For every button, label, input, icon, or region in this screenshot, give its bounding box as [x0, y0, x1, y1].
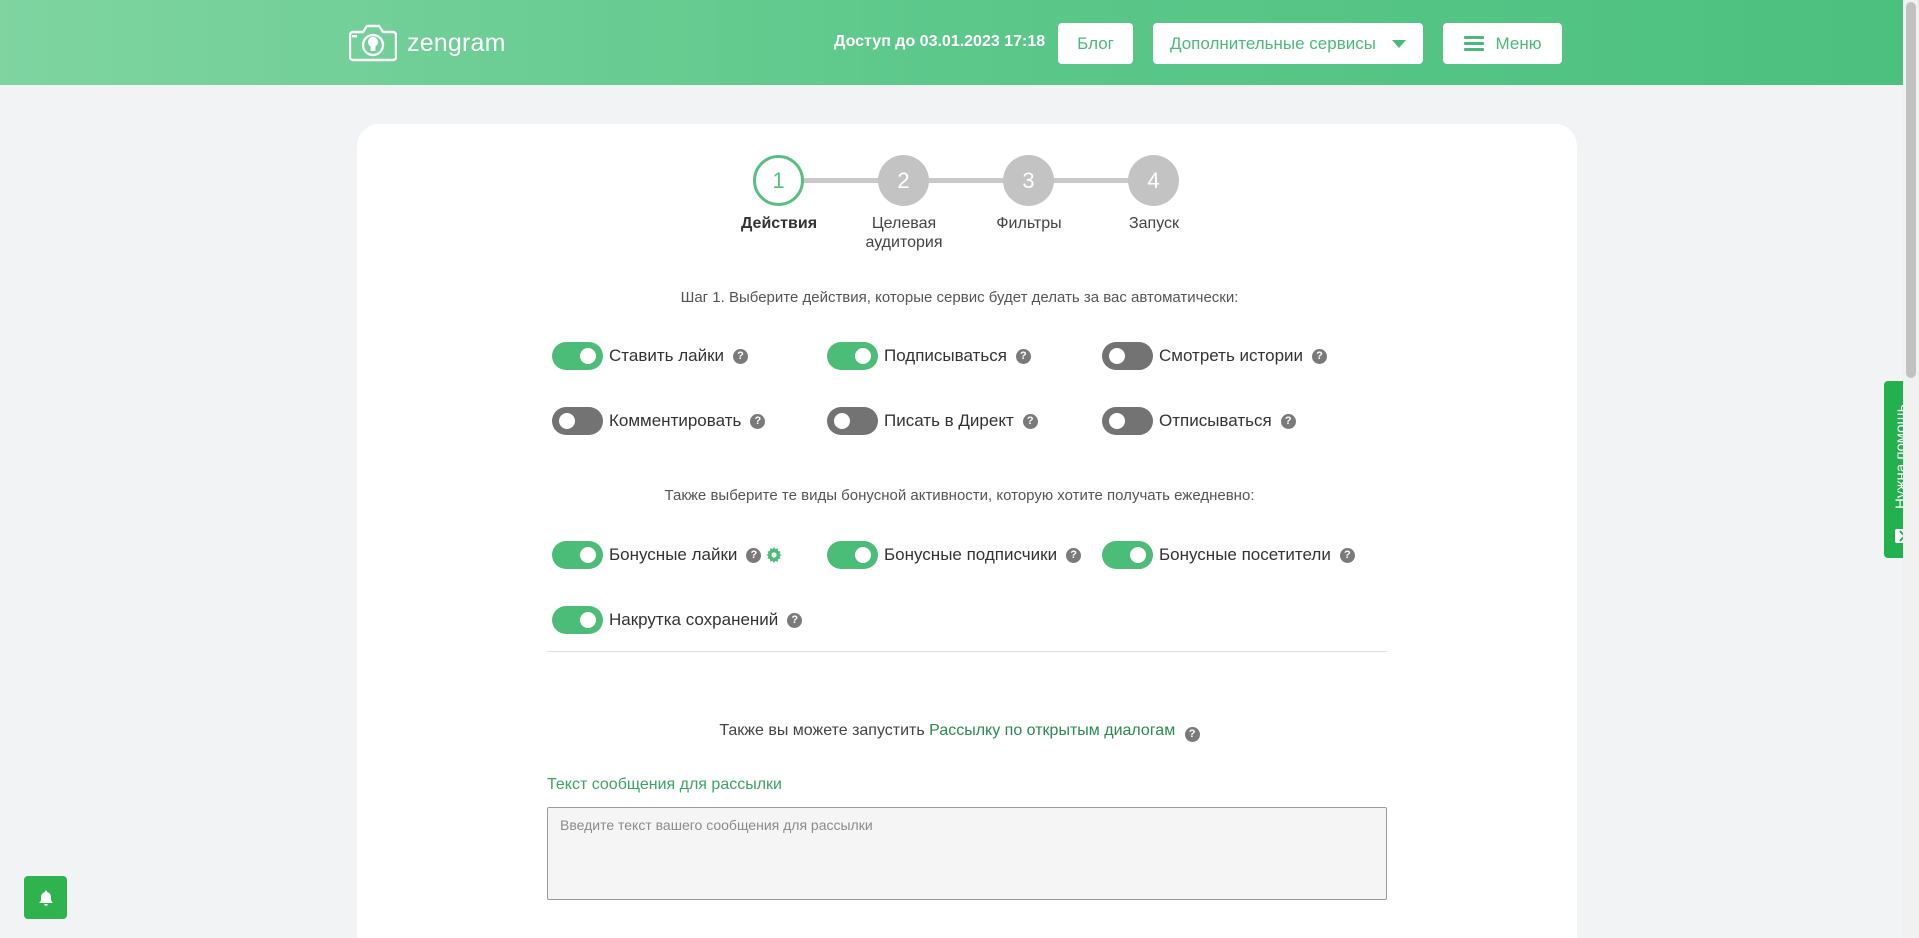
switch[interactable] [827, 541, 878, 569]
toggle-bonus-visitors[interactable]: Бонусные посетители ? [1102, 541, 1355, 569]
toggle-follow[interactable]: Подписываться ? [827, 342, 1031, 370]
help-icon[interactable]: ? [1339, 547, 1355, 563]
help-icon[interactable]: ? [1066, 547, 1082, 563]
menu-button[interactable]: Меню [1443, 23, 1562, 64]
logo-text: zengram [407, 28, 506, 57]
hamburger-icon [1463, 36, 1484, 51]
step-3-label[interactable]: Фильтры [974, 214, 1084, 233]
help-icon[interactable]: ? [746, 547, 762, 563]
switch[interactable] [827, 342, 878, 370]
switch[interactable] [1102, 407, 1153, 435]
toggle-watch-stories[interactable]: Смотреть истории ? [1102, 342, 1328, 370]
toggle-saves-boost[interactable]: Накрутка сохранений ? [552, 606, 803, 634]
step-4-label[interactable]: Запуск [1099, 214, 1209, 233]
access-until-label: Доступ до 03.01.2023 17:18 [834, 33, 1046, 50]
top-header: zengram Доступ до 03.01.2023 17:18 Блог … [0, 0, 1903, 85]
scrollbar-thumb[interactable] [1906, 2, 1916, 378]
mailing-line: Также вы можете запустить Рассылку по от… [0, 722, 1919, 742]
caret-down-icon [1391, 39, 1406, 48]
toggle-label: Смотреть истории [1159, 346, 1304, 365]
toggle-label: Бонусные подписчики [884, 545, 1058, 564]
switch[interactable] [1102, 541, 1153, 569]
toggle-bonus-followers[interactable]: Бонусные подписчики ? [827, 541, 1082, 569]
help-icon[interactable]: ? [1184, 726, 1200, 742]
toggle-comment[interactable]: Комментировать ? [552, 407, 766, 435]
switch[interactable] [552, 407, 603, 435]
step-2-circle[interactable]: 2 [878, 155, 929, 206]
help-icon[interactable]: ? [733, 348, 749, 364]
logo[interactable]: zengram [349, 24, 506, 62]
help-icon[interactable]: ? [1312, 348, 1328, 364]
step-1-circle[interactable]: 1 [753, 155, 804, 206]
help-icon[interactable]: ? [750, 413, 766, 429]
step-3-circle[interactable]: 3 [1003, 155, 1054, 206]
additional-services-label: Дополнительные сервисы [1170, 33, 1376, 53]
help-icon[interactable]: ? [787, 612, 803, 628]
toggle-label: Подписываться [884, 346, 1007, 365]
switch[interactable] [827, 407, 878, 435]
stepper-connector [928, 178, 1004, 183]
mailing-link[interactable]: Рассылку по открытым диалогам [929, 722, 1175, 739]
gear-icon[interactable] [766, 547, 783, 563]
toggle-label: Отписываться [1159, 411, 1272, 430]
message-label: Текст сообщения для рассылки [547, 776, 782, 793]
toggle-label: Комментировать [609, 411, 742, 430]
blog-button-label: Блог [1077, 33, 1114, 53]
toggle-label: Бонусные посетители [1159, 545, 1331, 564]
toggle-likes[interactable]: Ставить лайки ? [552, 342, 749, 370]
menu-button-label: Меню [1495, 33, 1542, 53]
mailing-prefix: Также вы можете запустить [719, 722, 925, 739]
section-divider [547, 651, 1387, 652]
step-1-label[interactable]: Действия [724, 214, 834, 233]
step-2-label[interactable]: Целевая аудитория [849, 214, 959, 252]
toggle-label: Ставить лайки [609, 346, 725, 365]
blog-button[interactable]: Блог [1058, 23, 1133, 64]
help-icon[interactable]: ? [1280, 413, 1296, 429]
additional-services-button[interactable]: Дополнительные сервисы [1153, 23, 1423, 64]
toggle-label: Бонусные лайки [609, 545, 738, 564]
stepper-connector [803, 178, 879, 183]
message-textarea[interactable] [547, 807, 1387, 900]
stepper-connector [1053, 178, 1129, 183]
switch[interactable] [552, 541, 603, 569]
switch[interactable] [1102, 342, 1153, 370]
step1-caption: Шаг 1. Выберите действия, которые сервис… [680, 289, 1239, 306]
switch[interactable] [552, 342, 603, 370]
bonus-caption: Также выберите те виды бонусной активнос… [664, 487, 1255, 504]
toggle-label: Писать в Директ [884, 411, 1014, 430]
camera-logo-icon [349, 24, 397, 62]
help-icon[interactable]: ? [1015, 348, 1031, 364]
bell-icon [39, 890, 52, 906]
help-icon[interactable]: ? [1022, 413, 1038, 429]
toggle-direct[interactable]: Писать в Директ ? [827, 407, 1038, 435]
toggle-label: Накрутка сохранений [609, 610, 779, 629]
toggle-unfollow[interactable]: Отписываться ? [1102, 407, 1296, 435]
notifications-button[interactable] [24, 876, 67, 919]
toggle-bonus-likes[interactable]: Бонусные лайки ? [552, 541, 783, 569]
switch[interactable] [552, 606, 603, 634]
step-4-circle[interactable]: 4 [1128, 155, 1179, 206]
